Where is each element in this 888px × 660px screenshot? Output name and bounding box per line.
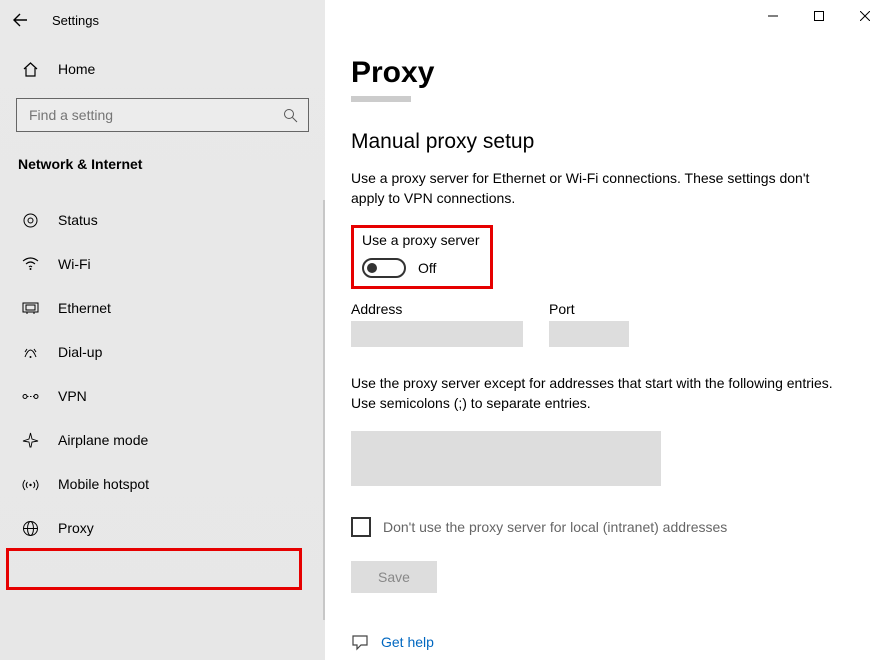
title-underline bbox=[351, 96, 411, 102]
back-button[interactable] bbox=[0, 0, 40, 40]
exceptions-description: Use the proxy server except for addresse… bbox=[351, 373, 841, 414]
nav-home[interactable]: Home bbox=[0, 48, 325, 90]
nav-item-hotspot[interactable]: Mobile hotspot bbox=[0, 462, 325, 506]
search-box[interactable] bbox=[16, 98, 309, 132]
nav-label: Ethernet bbox=[42, 300, 111, 316]
section-description: Use a proxy server for Ethernet or Wi-Fi… bbox=[351, 168, 841, 209]
section-heading: Manual proxy setup bbox=[351, 130, 848, 154]
port-input[interactable] bbox=[549, 321, 629, 347]
highlight-box-toggle: Use a proxy server Off bbox=[351, 225, 493, 289]
save-button[interactable]: Save bbox=[351, 561, 437, 593]
toggle-state: Off bbox=[418, 260, 436, 276]
nav-item-proxy[interactable]: Proxy bbox=[0, 506, 325, 550]
chat-icon bbox=[351, 633, 369, 651]
dialup-icon bbox=[18, 346, 42, 359]
proxy-icon bbox=[18, 520, 42, 537]
nav-label: Proxy bbox=[42, 520, 94, 536]
highlight-box-nav bbox=[6, 548, 302, 590]
nav-home-label: Home bbox=[42, 61, 95, 77]
window-controls bbox=[750, 0, 888, 32]
search-icon bbox=[283, 108, 298, 123]
nav-item-vpn[interactable]: VPN bbox=[0, 374, 325, 418]
port-label: Port bbox=[549, 301, 629, 317]
wifi-icon bbox=[18, 257, 42, 271]
nav-label: Dial-up bbox=[42, 344, 102, 360]
nav-label: Mobile hotspot bbox=[42, 476, 149, 492]
address-input[interactable] bbox=[351, 321, 523, 347]
status-icon bbox=[18, 212, 42, 229]
maximize-button[interactable] bbox=[796, 0, 842, 32]
page-title: Proxy bbox=[351, 56, 848, 90]
address-label: Address bbox=[351, 301, 523, 317]
content-pane: Proxy Manual proxy setup Use a proxy ser… bbox=[325, 0, 888, 660]
minimize-button[interactable] bbox=[750, 0, 796, 32]
get-help-label: Get help bbox=[381, 634, 434, 650]
nav-item-wifi[interactable]: Wi-Fi bbox=[0, 242, 325, 286]
local-checkbox[interactable] bbox=[351, 517, 371, 537]
search-input[interactable] bbox=[27, 106, 267, 124]
get-help-link[interactable]: Get help bbox=[351, 633, 848, 651]
vpn-icon bbox=[18, 390, 42, 403]
nav-label: Wi-Fi bbox=[42, 256, 91, 272]
nav-item-dialup[interactable]: Dial-up bbox=[0, 330, 325, 374]
local-checkbox-label: Don't use the proxy server for local (in… bbox=[383, 519, 727, 535]
nav-label: VPN bbox=[42, 388, 87, 404]
airplane-icon bbox=[18, 432, 42, 449]
nav-label: Status bbox=[42, 212, 98, 228]
nav-item-status[interactable]: Status bbox=[0, 198, 325, 242]
nav-label: Airplane mode bbox=[42, 432, 148, 448]
sidebar: Home Network & Internet Status bbox=[0, 0, 325, 660]
arrow-left-icon bbox=[11, 11, 29, 29]
ethernet-icon bbox=[18, 302, 42, 315]
nav-item-ethernet[interactable]: Ethernet bbox=[0, 286, 325, 330]
nav-item-airplane[interactable]: Airplane mode bbox=[0, 418, 325, 462]
toggle-label: Use a proxy server bbox=[362, 232, 482, 248]
home-icon bbox=[18, 61, 42, 78]
nav-category: Network & Internet bbox=[0, 144, 325, 188]
proxy-toggle[interactable] bbox=[362, 258, 406, 278]
window-title: Settings bbox=[40, 13, 99, 28]
exceptions-input[interactable] bbox=[351, 431, 661, 486]
close-button[interactable] bbox=[842, 0, 888, 32]
hotspot-icon bbox=[18, 477, 42, 492]
